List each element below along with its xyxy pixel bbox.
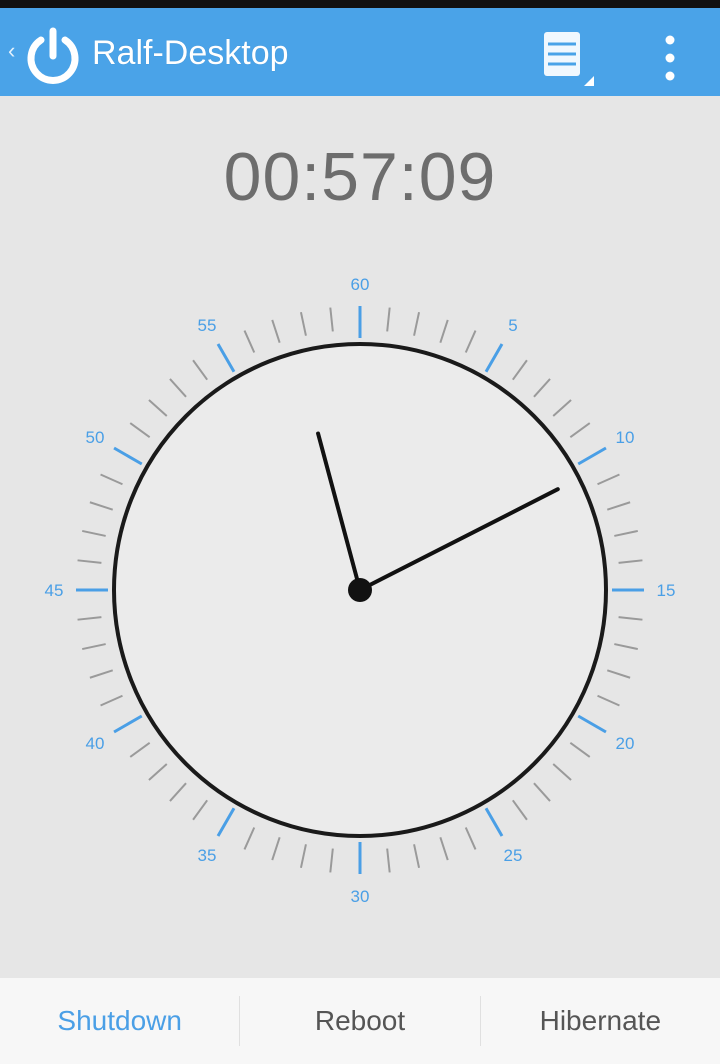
timer-dial[interactable]: 60 5 10 15 20 25 30 35 40 45 50 55 bbox=[0, 250, 720, 930]
minor-tick bbox=[81, 643, 106, 651]
minor-tick bbox=[597, 694, 620, 707]
minor-tick bbox=[81, 529, 106, 537]
major-tick bbox=[113, 446, 143, 466]
minor-tick bbox=[606, 669, 631, 679]
major-tick bbox=[216, 807, 236, 837]
minor-tick bbox=[569, 742, 591, 758]
minor-tick bbox=[243, 330, 256, 353]
minor-tick bbox=[512, 799, 528, 821]
minor-tick bbox=[129, 742, 151, 758]
minor-tick bbox=[148, 763, 168, 781]
dial-label: 55 bbox=[198, 316, 217, 335]
minor-tick bbox=[597, 473, 620, 486]
minor-tick bbox=[100, 694, 123, 707]
minor-tick bbox=[533, 782, 551, 802]
overflow-menu-button[interactable] bbox=[648, 30, 692, 90]
dial-label: 45 bbox=[45, 581, 64, 600]
minor-tick bbox=[192, 799, 208, 821]
action-tabs: Shutdown Reboot Hibernate bbox=[0, 978, 720, 1064]
dial-label: 30 bbox=[351, 887, 370, 906]
dial-label: 25 bbox=[504, 846, 523, 865]
minor-tick bbox=[614, 529, 639, 537]
minor-tick bbox=[299, 844, 307, 869]
minor-tick bbox=[512, 359, 528, 381]
minor-tick bbox=[569, 422, 591, 438]
dial-label: 40 bbox=[86, 734, 105, 753]
major-tick bbox=[113, 714, 143, 734]
minor-tick bbox=[413, 844, 421, 869]
major-tick bbox=[577, 714, 607, 734]
minor-tick bbox=[552, 763, 572, 781]
minor-tick bbox=[77, 559, 102, 564]
more-vert-icon bbox=[665, 35, 675, 81]
hibernate-button[interactable]: Hibernate bbox=[481, 978, 720, 1064]
minor-tick bbox=[618, 616, 643, 621]
minor-tick bbox=[192, 359, 208, 381]
reboot-button[interactable]: Reboot bbox=[240, 978, 479, 1064]
major-tick bbox=[216, 343, 236, 373]
power-icon[interactable] bbox=[22, 26, 84, 88]
major-tick bbox=[577, 446, 607, 466]
minor-tick bbox=[299, 311, 307, 336]
minor-tick bbox=[243, 827, 256, 850]
dial-label: 15 bbox=[657, 581, 676, 600]
minor-tick bbox=[464, 827, 477, 850]
server-icon bbox=[544, 32, 594, 86]
shutdown-button[interactable]: Shutdown bbox=[0, 978, 239, 1064]
major-tick bbox=[484, 343, 504, 373]
minor-tick bbox=[89, 501, 114, 511]
minor-tick bbox=[100, 473, 123, 486]
minor-tick bbox=[89, 669, 114, 679]
chevron-left-icon[interactable]: ‹ bbox=[8, 40, 15, 62]
dial-label: 5 bbox=[508, 316, 517, 335]
minor-tick bbox=[129, 422, 151, 438]
minor-tick bbox=[77, 616, 102, 621]
minor-tick bbox=[439, 836, 449, 861]
dial-label: 10 bbox=[616, 428, 635, 447]
major-tick bbox=[484, 807, 504, 837]
minor-tick bbox=[606, 501, 631, 511]
minor-tick bbox=[439, 319, 449, 344]
minor-tick bbox=[271, 319, 281, 344]
device-selector-button[interactable] bbox=[540, 30, 596, 90]
action-bar: ‹ Ralf-Desktop bbox=[0, 8, 720, 96]
minor-tick bbox=[169, 378, 187, 398]
minor-tick bbox=[464, 330, 477, 353]
minor-tick bbox=[413, 311, 421, 336]
dial-label: 20 bbox=[616, 734, 635, 753]
dial-center bbox=[348, 578, 372, 602]
minor-tick bbox=[148, 399, 168, 417]
minor-tick bbox=[552, 399, 572, 417]
dial-label: 60 bbox=[351, 275, 370, 294]
status-bar bbox=[0, 0, 720, 8]
minor-tick bbox=[329, 848, 334, 873]
minor-tick bbox=[386, 307, 391, 332]
dial-label: 50 bbox=[86, 428, 105, 447]
app-title: Ralf-Desktop bbox=[92, 34, 289, 72]
minor-tick bbox=[386, 848, 391, 873]
countdown-timer: 00:57:09 bbox=[223, 139, 497, 215]
dial-label: 35 bbox=[198, 846, 217, 865]
minor-tick bbox=[533, 378, 551, 398]
minor-tick bbox=[329, 307, 334, 332]
minor-tick bbox=[271, 836, 281, 861]
minor-tick bbox=[169, 782, 187, 802]
minor-tick bbox=[618, 559, 643, 564]
minor-tick bbox=[614, 643, 639, 651]
